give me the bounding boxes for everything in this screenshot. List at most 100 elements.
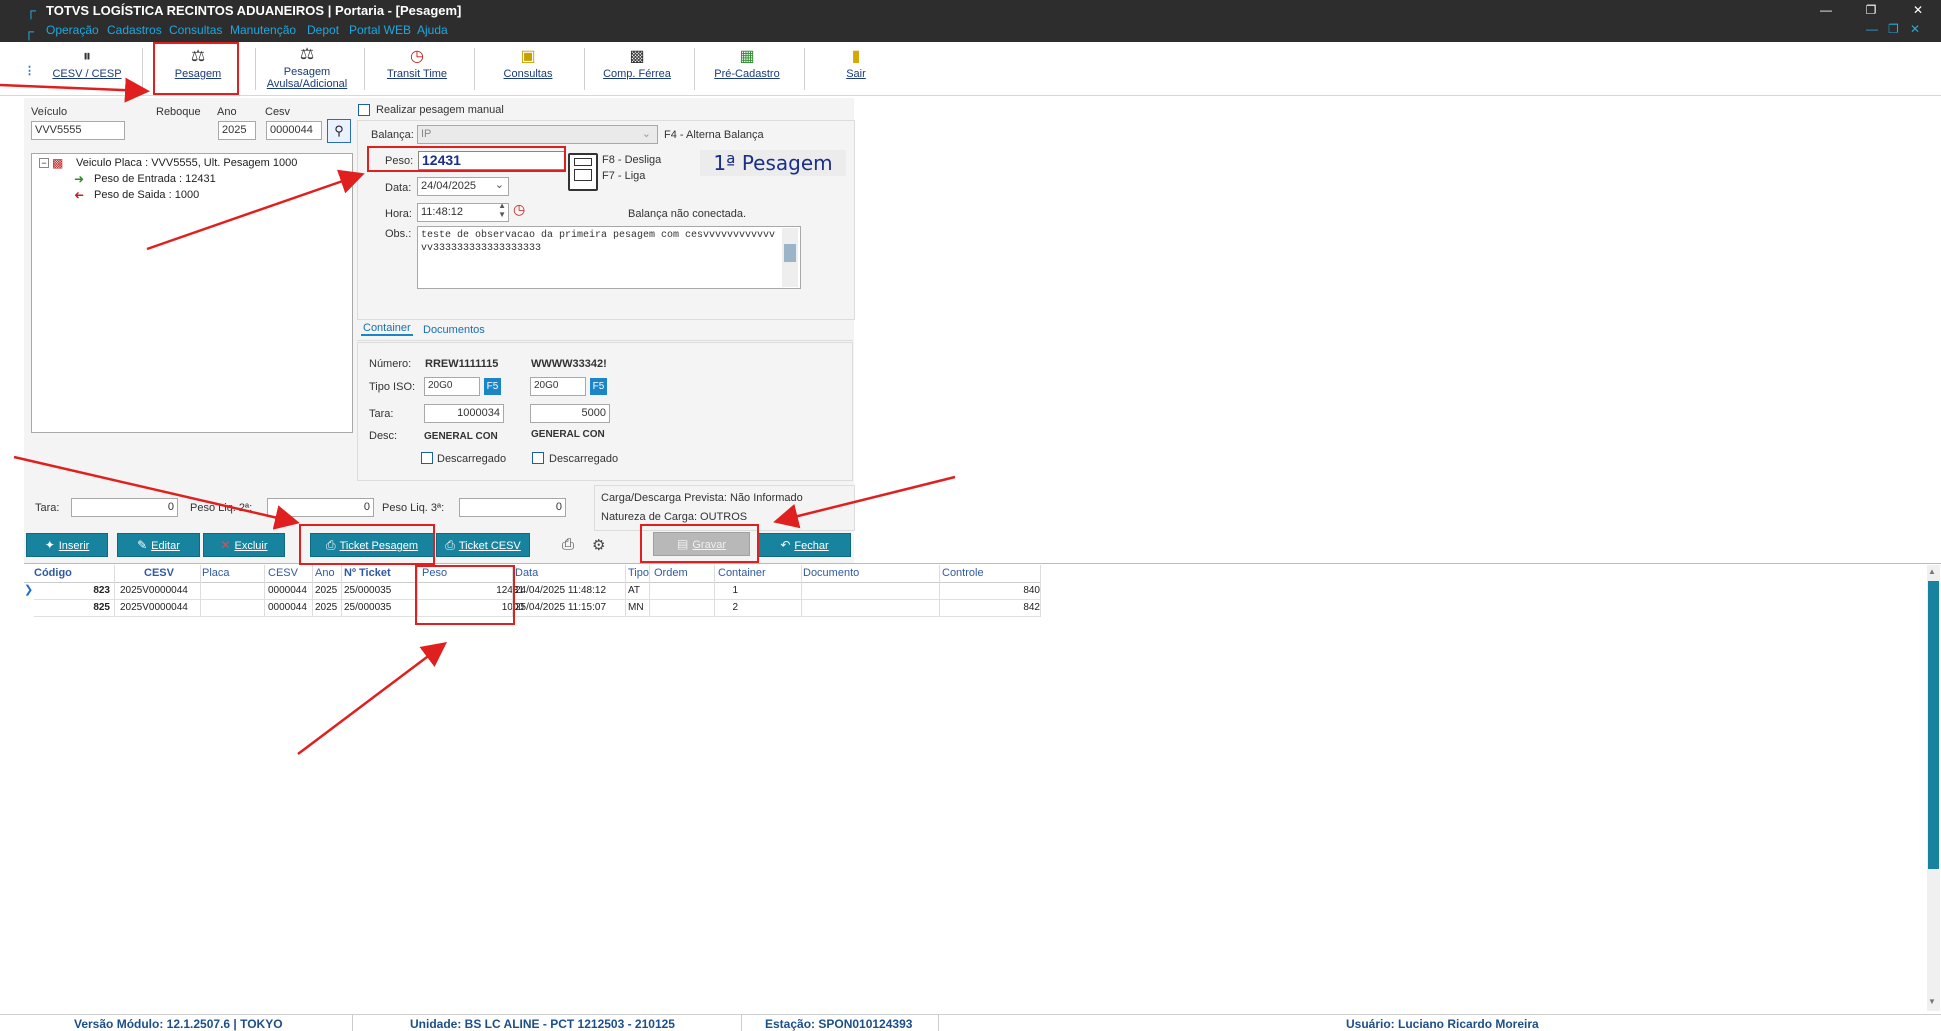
scroll-up-icon[interactable]: ▲ [1928, 567, 1936, 576]
minimize-icon[interactable]: — [1811, 0, 1841, 20]
close-icon[interactable]: ✕ [1903, 0, 1933, 20]
ticket-cesv-button[interactable]: ⎙ Ticket CESV [436, 533, 530, 557]
search-icon[interactable]: ⚲ [327, 119, 351, 143]
menu-depot[interactable]: Depot [307, 23, 339, 37]
balanca-select[interactable]: IP ⌄ [417, 125, 658, 144]
grid-header-container[interactable]: Container [718, 567, 766, 579]
cesv-button[interactable]: ⏸ CESV / CESP [38, 44, 136, 92]
cell-tipo: AT [628, 585, 641, 596]
grid-header-cesv[interactable]: CESV [144, 567, 174, 579]
printer-icon: ⎙ [445, 538, 455, 552]
sair-button[interactable]: ▮ Sair [826, 44, 886, 92]
veiculo-input[interactable]: VVV5555 [31, 121, 125, 140]
tab-documentos[interactable]: Documentos [423, 324, 485, 336]
tara-input[interactable]: 0 [71, 498, 178, 517]
balanca-status: Balança não conectada. [628, 208, 747, 220]
grid-header-documento[interactable]: Documento [803, 567, 859, 579]
grid-header-ordem[interactable]: Ordem [654, 567, 688, 579]
cesv-input[interactable]: 0000044 [266, 121, 322, 140]
grid-header-tipo[interactable]: Tipo [628, 567, 649, 579]
container1-tara-input[interactable]: 1000034 [424, 404, 504, 423]
mdi-restore-icon[interactable]: ❐ [1888, 22, 1899, 36]
container2-descarregado-checkbox[interactable] [532, 452, 544, 464]
toolbar-grip-icon[interactable]: ⋮ [24, 64, 35, 77]
arrow-to-peso-column [297, 641, 447, 755]
tree-root-item[interactable]: Veiculo Placa : VVV5555, Ult. Pesagem 10… [76, 157, 297, 169]
container1-f5-button[interactable]: F5 [484, 378, 501, 395]
ano-label: Ano [217, 106, 237, 118]
peso-liq2-input[interactable]: 0 [267, 498, 374, 517]
tree-saida-item[interactable]: Peso de Saida : 1000 [94, 189, 199, 201]
editar-button[interactable]: ✎ Editar [117, 533, 200, 557]
grid-header-controle[interactable]: Controle [942, 567, 984, 579]
scroll-down-icon[interactable]: ▼ [1928, 997, 1936, 1006]
mdi-close-icon[interactable]: ✕ [1910, 22, 1920, 36]
container1-descarregado-label: Descarregado [437, 453, 507, 465]
hora-input[interactable]: 11:48:12 ▲ ▼ [417, 203, 509, 222]
table-row[interactable]: 825 2025V0000044 0000044 2025 25/000035 … [34, 600, 1040, 617]
menu-ajuda[interactable]: Ajuda [417, 23, 448, 37]
app-logo-icon: ┌ [24, 23, 34, 39]
clock-icon[interactable]: ◷ [513, 201, 525, 218]
menu-cadastros[interactable]: Cadastros [107, 23, 162, 37]
grid-header-ano[interactable]: Ano [315, 567, 335, 579]
print-preview-icon[interactable]: ⎙ [562, 536, 574, 553]
tara-label: Tara: [35, 502, 60, 514]
menu-manutencao[interactable]: Manutenção [230, 23, 296, 37]
status-versao: Versão Módulo: 12.1.2507.6 | TOKYO [74, 1017, 283, 1031]
grid-header-ticket[interactable]: Nº Ticket [344, 567, 391, 579]
excluir-button[interactable]: ✕ Excluir [203, 533, 285, 557]
tree-entrada-item[interactable]: Peso de Entrada : 12431 [94, 173, 216, 185]
collapse-icon[interactable]: − [39, 158, 49, 168]
calendar-dropdown-icon[interactable]: ⌄ [495, 178, 504, 191]
cell-data: 24/04/2025 11:48:12 [515, 585, 607, 596]
container2-tipo-input[interactable]: 20G0 [530, 377, 586, 396]
grid-header-cesv2[interactable]: CESV [268, 567, 298, 579]
undo-icon: ↶ [780, 538, 791, 552]
arrow-right-icon: ➜ [74, 172, 85, 186]
restore-icon[interactable]: ❐ [1856, 0, 1886, 20]
scroll-thumb[interactable] [1928, 581, 1939, 869]
container2-f5-button[interactable]: F5 [590, 378, 607, 395]
table-row[interactable]: 823 2025V0000044 0000044 2025 25/000035 … [34, 583, 1040, 600]
ano-input[interactable]: 2025 [218, 121, 256, 140]
exit-door-icon: ▮ [851, 48, 861, 65]
container2-desc: GENERAL CON [531, 429, 605, 440]
obs-scrollbar[interactable] [782, 228, 798, 287]
inserir-button[interactable]: ✦ Inserir [26, 533, 108, 557]
container2-numero: WWWW33342! [531, 358, 607, 370]
fechar-button[interactable]: ↶ Fechar [758, 533, 851, 557]
pre-cadastro-button[interactable]: ▦ Pré-Cadastro [702, 44, 792, 92]
grid-header-placa[interactable]: Placa [202, 567, 230, 579]
grid-scrollbar[interactable]: ▲ ▼ [1927, 565, 1940, 1011]
toolbar: ⋮ ⏸ CESV / CESP ⚖ Pesagem ⚖ Pesagem Avul… [0, 42, 1941, 96]
data-input[interactable]: 24/04/2025 ⌄ [417, 177, 509, 196]
scale-display-icon[interactable] [568, 153, 598, 191]
transit-time-button[interactable]: ◷ Transit Time [372, 44, 462, 92]
peso-liq3-input[interactable]: 0 [459, 498, 566, 517]
annotation-box-gravar [640, 524, 759, 563]
obs-textarea[interactable]: teste de observacao da primeira pesagem … [417, 226, 801, 289]
consultas-button[interactable]: ▣ Consultas [483, 44, 573, 92]
pesagem-avulsa-button[interactable]: ⚖ Pesagem Avulsa/Adicional [262, 44, 352, 92]
spinner-icon[interactable]: ▲ ▼ [498, 204, 506, 219]
settings-gears-icon[interactable]: ⚙ [592, 536, 605, 554]
cesv-label: Cesv [265, 106, 291, 118]
menu-operacao[interactable]: Operação [46, 23, 99, 37]
menu-portal-web[interactable]: Portal WEB [349, 23, 411, 37]
container1-tipo-input[interactable]: 20G0 [424, 377, 480, 396]
tab-container[interactable]: Container [361, 322, 413, 336]
mdi-minimize-icon[interactable]: — [1866, 22, 1878, 36]
grid-header-codigo[interactable]: Código [34, 567, 72, 579]
comp-ferrea-button[interactable]: ▩ Comp. Férrea [592, 44, 682, 92]
title-bar: ┌ TOTVS LOGÍSTICA RECINTOS ADUANEIROS | … [0, 0, 1941, 20]
cell-codigo: 825 [93, 602, 110, 613]
grid-header: Código CESV Placa CESV Ano Nº Ticket Pes… [24, 565, 1040, 583]
menu-consultas[interactable]: Consultas [169, 23, 222, 37]
vehicle-tree[interactable]: − ▩ Veiculo Placa : VVV5555, Ult. Pesage… [31, 153, 353, 433]
grid-header-data[interactable]: Data [515, 567, 538, 579]
container1-descarregado-checkbox[interactable] [421, 452, 433, 464]
manual-checkbox[interactable] [358, 104, 370, 116]
annotation-box-peso [367, 146, 566, 172]
container2-tara-input[interactable]: 5000 [530, 404, 610, 423]
